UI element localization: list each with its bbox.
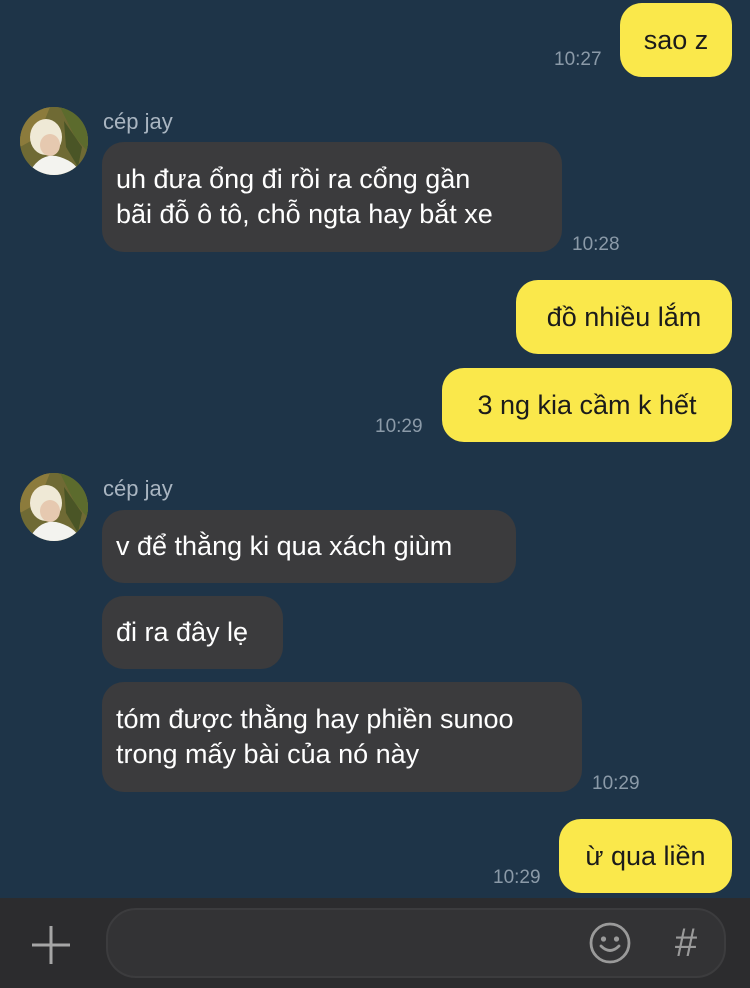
message-incoming[interactable]: v để thằng ki qua xách giùm: [102, 510, 516, 583]
message-text-line: uh đưa ổng đi rồi ra cổng gần: [116, 164, 471, 194]
message-time: 10:27: [554, 49, 602, 70]
message-outgoing[interactable]: ừ qua liền: [559, 819, 732, 893]
message-text: sao z: [643, 24, 709, 55]
message-text: ừ qua liền: [585, 840, 706, 871]
message-incoming[interactable]: đi ra đây lẹ: [102, 596, 283, 669]
message-incoming[interactable]: tóm được thằng hay phiền sunoo trong mấy…: [102, 682, 582, 792]
chat-area[interactable]: sao z 10:27 cép jay uh đưa ổng đi rồi ra…: [0, 0, 750, 898]
hashtag-button[interactable]: #: [666, 918, 706, 968]
message-outgoing[interactable]: đồ nhiều lắm: [516, 280, 732, 354]
message-text: đi ra đây lẹ: [116, 617, 249, 647]
message-text-line: bãi đỗ ô tô, chỗ ngta hay bắt xe: [116, 199, 493, 229]
message-outgoing[interactable]: 3 ng kia cầm k hết: [442, 368, 732, 442]
avatar[interactable]: [20, 107, 88, 175]
message-time: 10:29: [375, 416, 423, 437]
input-bar: #: [0, 898, 750, 988]
avatar[interactable]: [20, 473, 88, 541]
message-incoming[interactable]: uh đưa ổng đi rồi ra cổng gần bãi đỗ ô t…: [102, 142, 562, 252]
sender-name: cép jay: [103, 476, 173, 501]
avatar-image: [20, 473, 88, 541]
message-outgoing[interactable]: sao z: [620, 3, 732, 77]
message-text: đồ nhiều lắm: [546, 301, 702, 332]
message-time: 10:28: [572, 234, 620, 255]
message-text-line: tóm được thằng hay phiền sunoo: [116, 704, 514, 734]
smiley-icon[interactable]: [587, 920, 633, 966]
message-time: 10:29: [592, 773, 640, 794]
message-time: 10:29: [493, 867, 541, 888]
sender-name: cép jay: [103, 109, 173, 134]
message-input[interactable]: [106, 908, 726, 978]
message-text: v để thằng ki qua xách giùm: [116, 531, 453, 561]
message-text-line: trong mấy bài của nó này: [116, 739, 420, 769]
avatar-image: [20, 107, 88, 175]
message-text: 3 ng kia cầm k hết: [477, 389, 697, 420]
plus-icon[interactable]: [28, 922, 74, 968]
